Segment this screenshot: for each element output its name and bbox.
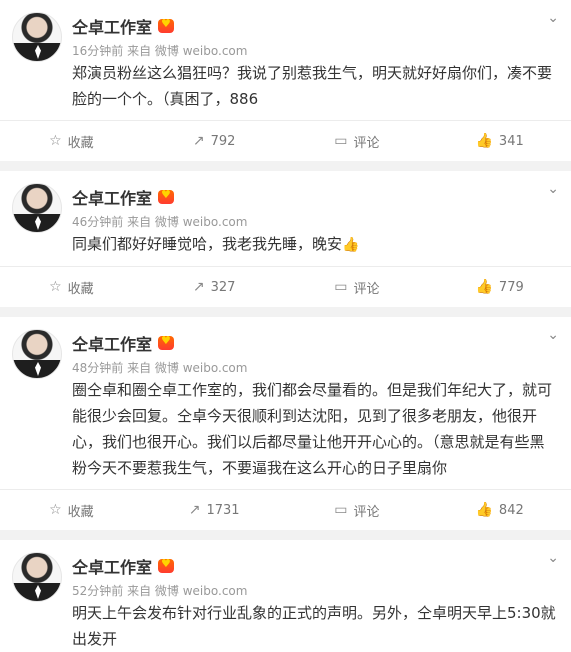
- thumbs-up-icon: 👍: [475, 279, 493, 295]
- post-time: 46分钟前: [72, 215, 124, 229]
- post-text: 圈仝卓和圈仝卓工作室的，我们都会尽量看的。但是我们年纪大了，就可能很少会回复。仝…: [72, 381, 553, 477]
- repost-icon: ↗: [188, 502, 201, 518]
- repost-button[interactable]: ↗ 327: [143, 267, 286, 307]
- post-time: 52分钟前: [72, 584, 124, 598]
- post-meta: 46分钟前 来自 微博 weibo.com: [72, 213, 247, 230]
- avatar[interactable]: [12, 329, 62, 379]
- chevron-down-icon[interactable]: ⌄: [547, 181, 559, 197]
- author-name[interactable]: 仝卓工作室: [72, 331, 152, 355]
- repost-button[interactable]: ↗ 1731: [143, 490, 286, 530]
- collect-button[interactable]: ☆ 收藏: [0, 121, 143, 161]
- chevron-down-icon[interactable]: ⌄: [547, 327, 559, 343]
- fan-badge-icon: [158, 17, 175, 33]
- post-source: 来自 微博 weibo.com: [127, 215, 248, 229]
- post-meta: 16分钟前 来自 微博 weibo.com: [72, 42, 247, 59]
- action-bar: ☆ 收藏 ↗ 327 ▭ 评论 👍 779: [0, 266, 571, 307]
- author-name[interactable]: 仝卓工作室: [72, 185, 152, 209]
- fan-badge-icon: [158, 334, 175, 350]
- chevron-down-icon[interactable]: ⌄: [547, 550, 559, 566]
- post-text: 郑演员粉丝这么猖狂吗？我说了别惹我生气，明天就好好扇你们，凑不要脸的一个个。（真…: [72, 64, 553, 108]
- post-time: 16分钟前: [72, 44, 124, 58]
- chevron-down-icon[interactable]: ⌄: [547, 10, 559, 26]
- thumbs-up-icon: 👍: [475, 133, 493, 149]
- repost-icon: ↗: [192, 133, 205, 149]
- comment-icon: ▭: [334, 279, 348, 295]
- avatar[interactable]: [12, 183, 62, 233]
- thumbs-up-icon: 👍: [475, 502, 493, 518]
- star-icon: ☆: [49, 279, 62, 295]
- post-card: 仝卓工作室 16分钟前 来自 微博 weibo.com ⌄ 郑演员粉丝这么猖狂吗…: [0, 0, 571, 161]
- thumbs-up-emoji-icon: 👍: [342, 237, 360, 253]
- star-icon: ☆: [49, 133, 62, 149]
- divider: [0, 307, 571, 317]
- comment-icon: ▭: [334, 133, 348, 149]
- divider: [0, 161, 571, 171]
- like-button[interactable]: 👍 842: [428, 490, 571, 530]
- like-button[interactable]: 👍 779: [428, 267, 571, 307]
- post-text: 同桌们都好好睡觉哈，我老我先睡，晚安👍: [0, 231, 571, 258]
- post-meta: 52分钟前 来自 微博 weibo.com: [72, 582, 247, 599]
- post-card: 仝卓工作室 46分钟前 来自 微博 weibo.com ⌄ 同桌们都好好睡觉哈，…: [0, 171, 571, 307]
- comment-button[interactable]: ▭ 评论: [286, 267, 429, 307]
- divider: [0, 530, 571, 540]
- comment-button[interactable]: ▭ 评论: [286, 490, 429, 530]
- collect-button[interactable]: ☆ 收藏: [0, 490, 143, 530]
- action-bar: ☆ 收藏 ↗ 792 ▭ 评论 👍 341: [0, 120, 571, 161]
- collect-button[interactable]: ☆ 收藏: [0, 267, 143, 307]
- author-name[interactable]: 仝卓工作室: [72, 14, 152, 38]
- avatar[interactable]: [12, 12, 62, 62]
- post-source: 来自 微博 weibo.com: [127, 44, 248, 58]
- repost-button[interactable]: ↗ 792: [143, 121, 286, 161]
- post-time: 48分钟前: [72, 361, 124, 375]
- repost-icon: ↗: [192, 279, 205, 295]
- author-name[interactable]: 仝卓工作室: [72, 554, 152, 578]
- action-bar: ☆ 收藏 ↗ 1731 ▭ 评论 👍 842: [0, 489, 571, 530]
- post-card: 仝卓工作室 48分钟前 来自 微博 weibo.com ⌄ 圈仝卓和圈仝卓工作室…: [0, 317, 571, 530]
- fan-badge-icon: [158, 188, 175, 204]
- post-source: 来自 微博 weibo.com: [127, 361, 248, 375]
- post-card: 仝卓工作室 52分钟前 来自 微博 weibo.com ⌄ 明天上午会发布针对行…: [0, 540, 571, 652]
- fan-badge-icon: [158, 557, 175, 573]
- post-meta: 48分钟前 来自 微博 weibo.com: [72, 359, 247, 376]
- like-button[interactable]: 👍 341: [428, 121, 571, 161]
- post-text: 明天上午会发布针对行业乱象的正式的声明。另外，仝卓明天早上5:30就出发开: [72, 604, 556, 648]
- comment-button[interactable]: ▭ 评论: [286, 121, 429, 161]
- comment-icon: ▭: [334, 502, 348, 518]
- avatar[interactable]: [12, 552, 62, 602]
- star-icon: ☆: [49, 502, 62, 518]
- post-source: 来自 微博 weibo.com: [127, 584, 248, 598]
